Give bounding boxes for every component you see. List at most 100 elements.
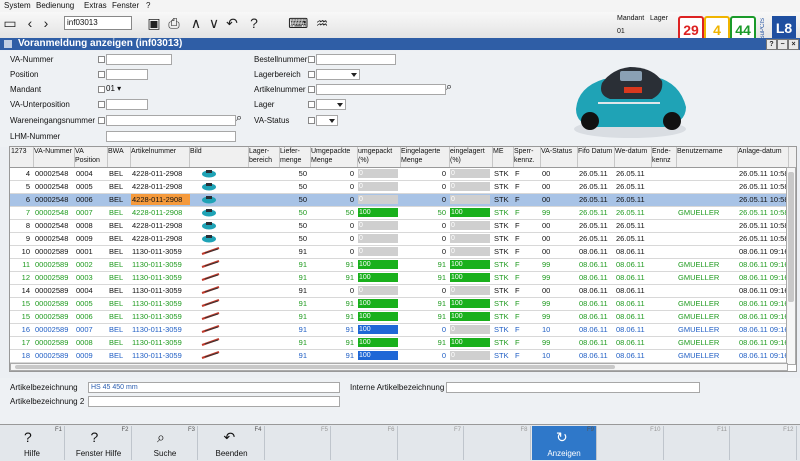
help-circle-icon[interactable]: ? (246, 14, 262, 32)
back-icon[interactable]: ‹ (22, 14, 38, 32)
va-nummer-input[interactable] (106, 54, 172, 65)
va-unterposition-input[interactable] (106, 99, 148, 110)
minimize-button[interactable]: − (777, 39, 788, 50)
close-button[interactable]: × (788, 39, 799, 50)
help-button[interactable]: ? (766, 39, 777, 50)
cell-anl: 26.05.11 10:58: (739, 208, 787, 217)
cell-me: STK (494, 169, 509, 178)
horizontal-scrollbar[interactable] (10, 363, 788, 371)
col-anlagedatum[interactable]: Anlage-datum (737, 147, 789, 167)
col-sperrkennz[interactable]: Sperr-kennz. (513, 147, 541, 167)
undo-icon[interactable]: ↶ (224, 14, 240, 32)
lager-select[interactable] (316, 99, 346, 110)
menu-extras[interactable]: Extras (84, 1, 107, 10)
document-input[interactable]: inf03013 (64, 16, 132, 30)
cell-lm: 91 (298, 260, 307, 269)
position-input[interactable] (106, 69, 148, 80)
window-icon[interactable]: ▭ (2, 14, 18, 32)
up-icon[interactable]: ∧ (188, 14, 204, 32)
cell-st: 99 (542, 312, 551, 321)
lagerbereich-select[interactable] (316, 69, 360, 80)
menu-system[interactable]: System (4, 1, 31, 10)
col-bwa[interactable]: BWA (107, 147, 131, 167)
table-row[interactable]: 10 00002589 0001 BEL 1130-011-3059 91 0 0 STK F 00… (10, 246, 796, 259)
table-row[interactable]: 4 00002548 0004 BEL 4228-011-2908 50 0 0 STK F 00 2… (10, 168, 796, 181)
table-row[interactable]: 17 00002589 0008 BEL 1130-011-3059 91 91 91 STK F… (10, 337, 796, 350)
table-row[interactable]: 6 00002548 0006 BEL 4228-011-2908 50 0 0 STK F 00 2… (10, 194, 796, 207)
col-wedatum[interactable]: We-datum (614, 147, 652, 167)
table-row[interactable]: 11 00002589 0002 BEL 1130-011-3059 91 91 91 STK F… (10, 259, 796, 272)
down-icon[interactable]: ∨ (206, 14, 222, 32)
search-icon[interactable]: ⌕ (446, 81, 452, 94)
col-umgepackte-menge[interactable]: Umgepackte Menge (310, 147, 358, 167)
menu-bedienung[interactable]: Bedienung (36, 1, 74, 10)
table-row[interactable]: 18 00002589 0009 BEL 1130-011-3059 91 91 0 STK F 1… (10, 350, 796, 363)
search-icon[interactable]: ⌕ (236, 112, 242, 125)
col-lagerbereich[interactable]: Lager-bereich (248, 147, 280, 167)
cell-fifo: 26.05.11 (579, 169, 608, 178)
table-row[interactable]: 12 00002589 0003 BEL 1130-011-3059 91 91 91 STK F… (10, 272, 796, 285)
col-va-nummer[interactable]: VA-Nummer (33, 147, 75, 167)
table-row[interactable]: 15 00002589 0006 BEL 1130-011-3059 91 91 91 STK F… (10, 311, 796, 324)
fkey-f2[interactable]: F2? Fenster Hilfe (67, 426, 132, 460)
table-row[interactable]: 16 00002589 0007 BEL 1130-011-3059 91 91 0 STK F 1… (10, 324, 796, 337)
field-marker (98, 56, 105, 63)
fkey-f7[interactable]: F7 (399, 426, 464, 460)
fkey-f4[interactable]: F4 ↶ Beenden (200, 426, 265, 460)
menu-help[interactable]: ? (146, 1, 150, 10)
col-eingelagerte-menge[interactable]: Eingelagerte Menge (400, 147, 450, 167)
forward-icon[interactable]: › (38, 14, 54, 32)
chart-icon[interactable]: ♒ (314, 14, 330, 32)
col-va-position[interactable]: VA Position (74, 147, 108, 167)
mower-thumbnail-icon (200, 207, 221, 218)
col-umgepackt-pct[interactable]: umgepackt (%) (357, 147, 401, 167)
cell-fifo: 26.05.11 (579, 195, 608, 204)
col-endekennz[interactable]: Ende-kennz (651, 147, 677, 167)
cell-ende (652, 285, 677, 296)
cell-me: STK (494, 234, 509, 243)
cell-ende (652, 272, 677, 283)
scrollbar-thumb[interactable] (788, 172, 794, 302)
fkey-f5[interactable]: F5 (266, 426, 331, 460)
fkey-f10[interactable]: F10 (599, 426, 664, 460)
hscroll-thumb[interactable] (15, 365, 615, 369)
table-row[interactable]: 5 00002548 0005 BEL 4228-011-2908 50 0 0 STK F 00 2… (10, 181, 796, 194)
save-icon[interactable]: ▣ (146, 14, 162, 32)
vertical-scrollbar[interactable] (786, 167, 796, 365)
fkey-icon: ↶ (223, 429, 236, 445)
artikelnummer-input[interactable] (316, 84, 446, 95)
table-row[interactable]: 9 00002548 0009 BEL 4228-011-2908 50 0 0 STK F 00 2… (10, 233, 796, 246)
col-artikelnummer[interactable]: Artikelnummer (130, 147, 190, 167)
trimmer-thumbnail-icon (200, 350, 221, 361)
print-icon[interactable]: ⎙ (166, 14, 182, 32)
wareneingangsnummer-input[interactable] (106, 115, 236, 126)
cell-pos: 0004 (76, 169, 93, 178)
col-me[interactable]: ME (492, 147, 514, 167)
col-eingelagert-pct[interactable]: eingelagert (%) (449, 147, 493, 167)
cell-em: 91 (437, 299, 446, 308)
table-row[interactable]: 14 00002589 0004 BEL 1130-011-3059 91 0 0 STK F 00… (10, 285, 796, 298)
fkey-f3[interactable]: F3 ⌕ Suche (133, 426, 198, 460)
fkey-f9[interactable]: F9 ↻ Anzeigen (532, 426, 597, 460)
interne-bezeichnung-field (446, 382, 700, 393)
cell-um: 0 (349, 286, 354, 295)
col-benutzername[interactable]: Benutzername (676, 147, 738, 167)
col-va-status[interactable]: VA-Status (540, 147, 578, 167)
va-status-select[interactable] (316, 115, 338, 126)
col-bild[interactable]: Bild (189, 147, 249, 167)
table-row[interactable]: 15 00002589 0005 BEL 1130-011-3059 91 91 91 STK F… (10, 298, 796, 311)
col-liefermenge[interactable]: Liefer-menge (279, 147, 311, 167)
lhm-nummer-input[interactable] (106, 131, 236, 142)
table-row[interactable]: 8 00002548 0008 BEL 4228-011-2908 50 0 0 STK F 00 2… (10, 220, 796, 233)
keyboard-icon[interactable]: ⌨ (288, 14, 308, 32)
mandant-select[interactable]: 01 ▾ (106, 84, 121, 93)
menu-fenster[interactable]: Fenster (112, 1, 139, 10)
col-fifo-datum[interactable]: Fifo Datum (577, 147, 615, 167)
fkey-f1[interactable]: F1? Hilfe (0, 426, 65, 460)
fkey-f6[interactable]: F6 (333, 426, 398, 460)
bestellnummer-input[interactable] (316, 54, 396, 65)
fkey-f12[interactable]: F12 (732, 426, 797, 460)
table-row[interactable]: 7 00002548 0007 BEL 4228-011-2908 50 50 50 STK F 9… (10, 207, 796, 220)
fkey-f8[interactable]: F8 (466, 426, 531, 460)
fkey-f11[interactable]: F11 (665, 426, 730, 460)
